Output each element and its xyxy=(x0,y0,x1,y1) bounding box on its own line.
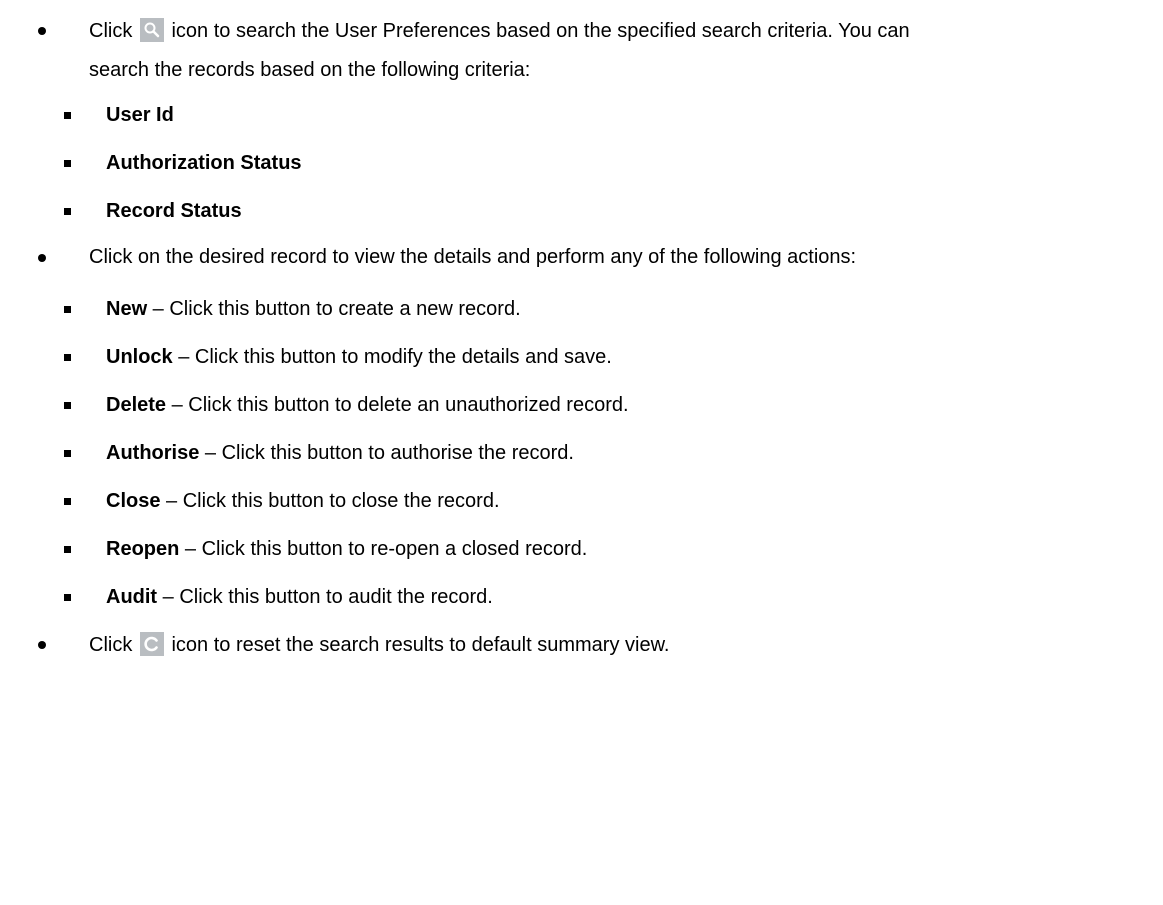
search-instruction-text: icon to search the User Preferences base… xyxy=(171,20,910,42)
action-desc: – Click this button to audit the record. xyxy=(157,586,493,608)
sub-bullet xyxy=(64,546,71,553)
action-desc: – Click this button to modify the detail… xyxy=(172,346,612,368)
sub-bullet xyxy=(64,208,71,215)
sub-bullet xyxy=(64,354,71,361)
action-delete: Delete – Click this button to delete an … xyxy=(106,393,629,417)
action-desc: – Click this button to delete an unautho… xyxy=(166,394,629,416)
action-reopen: Reopen – Click this button to re-open a … xyxy=(106,537,587,561)
click-word: Click xyxy=(89,634,133,656)
search-instruction-line1: Click icon to search the User Preference… xyxy=(89,18,910,43)
action-desc: – Click this button to create a new reco… xyxy=(147,298,521,320)
actions-intro: Click on the desired record to view the … xyxy=(89,246,857,268)
sub-bullet xyxy=(64,306,71,313)
sub-bullet xyxy=(64,402,71,409)
action-desc: – Click this button to close the record. xyxy=(160,490,500,512)
action-name: New xyxy=(106,298,148,320)
sub-bullet xyxy=(64,498,71,505)
criteria-record-status: Record Status xyxy=(106,200,242,222)
action-name: Delete xyxy=(106,394,167,416)
action-name: Close xyxy=(106,490,161,512)
action-desc: – Click this button to authorise the rec… xyxy=(199,442,574,464)
criteria-authorization-status: Authorization Status xyxy=(106,152,302,174)
action-name: Audit xyxy=(106,586,158,608)
click-word: Click xyxy=(89,20,133,42)
sub-bullet xyxy=(64,594,71,601)
reset-instruction: Click icon to reset the search results t… xyxy=(89,632,669,657)
sub-bullet xyxy=(64,112,71,119)
bullet xyxy=(38,641,46,649)
sub-bullet xyxy=(64,160,71,167)
bullet xyxy=(38,254,46,262)
bullet xyxy=(38,27,46,35)
sub-bullet xyxy=(64,450,71,457)
action-audit: Audit – Click this button to audit the r… xyxy=(106,585,493,609)
action-name: Authorise xyxy=(106,442,200,464)
action-close: Close – Click this button to close the r… xyxy=(106,489,500,513)
action-new: New – Click this button to create a new … xyxy=(106,297,521,321)
reset-icon xyxy=(139,632,164,656)
action-desc: – Click this button to re-open a closed … xyxy=(179,538,588,560)
action-unlock: Unlock – Click this button to modify the… xyxy=(106,345,612,369)
action-authorise: Authorise – Click this button to authori… xyxy=(106,441,574,465)
search-icon xyxy=(139,18,164,42)
reset-instruction-text: icon to reset the search results to defa… xyxy=(171,634,670,656)
action-name: Unlock xyxy=(106,346,173,368)
action-name: Reopen xyxy=(106,538,180,560)
criteria-user-id: User Id xyxy=(106,104,174,126)
search-instruction-line2: search the records based on the followin… xyxy=(89,59,531,81)
